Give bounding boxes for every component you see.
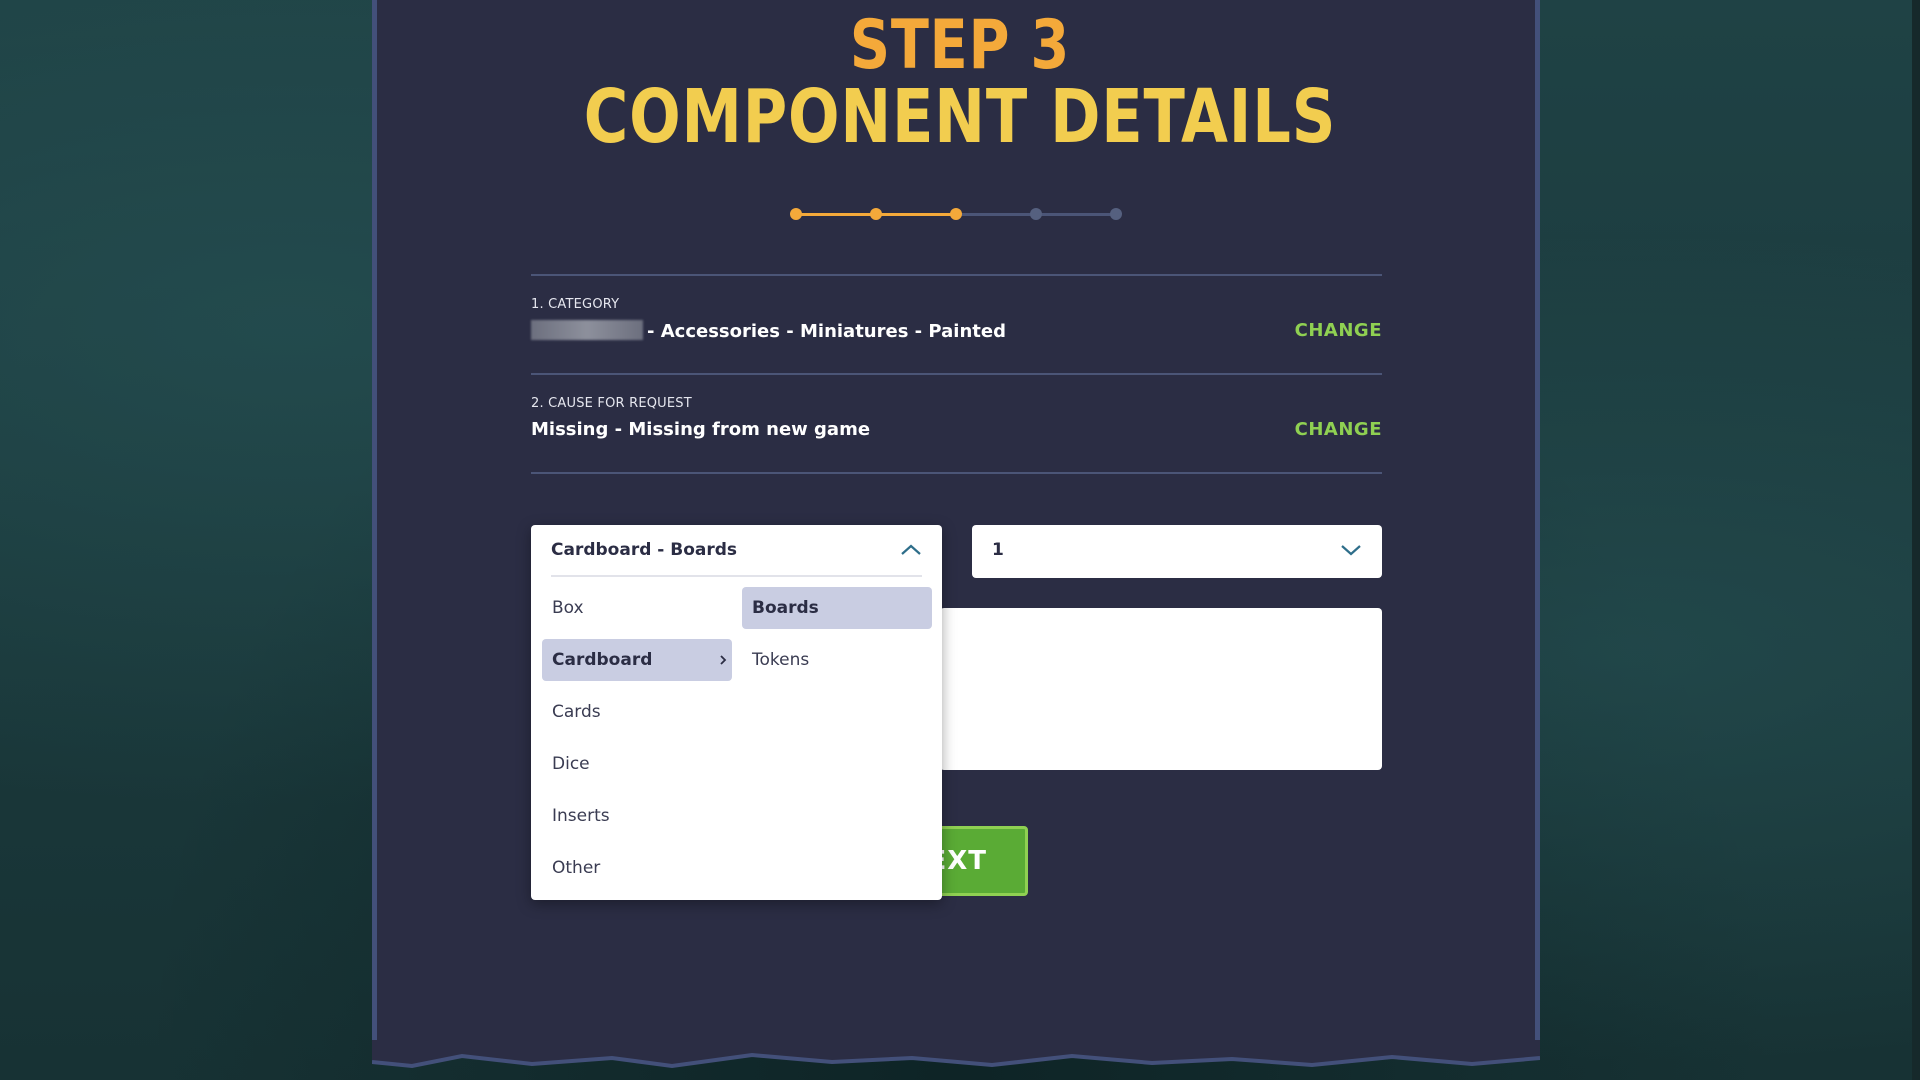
primary-options-list: Box Cardboard Cards Dice Inserts Other xyxy=(542,587,732,899)
menu-item-tokens[interactable]: Tokens xyxy=(742,639,932,681)
category-value: - Accessories - Miniatures - Painted xyxy=(531,320,1006,342)
description-textarea[interactable] xyxy=(940,608,1382,770)
progress-step-3 xyxy=(950,208,962,220)
redacted-text xyxy=(531,320,643,340)
category-label: 1. CATEGORY xyxy=(531,297,620,312)
page-scrollbar[interactable] xyxy=(1912,0,1920,1080)
menu-item-dice[interactable]: Dice xyxy=(542,743,732,785)
menu-item-cardboard[interactable]: Cardboard xyxy=(542,639,732,681)
category-value-text: - Accessories - Miniatures - Painted xyxy=(647,321,1006,342)
divider xyxy=(531,274,1382,276)
component-select-header[interactable]: Cardboard - Boards xyxy=(551,525,922,577)
change-category-button[interactable]: CHANGE xyxy=(1295,320,1382,341)
progress-step-2 xyxy=(870,208,882,220)
quantity-select[interactable]: 1 xyxy=(972,525,1382,578)
quantity-select-value: 1 xyxy=(992,540,1004,560)
cause-label: 2. CAUSE FOR REQUEST xyxy=(531,396,692,411)
menu-item-inserts[interactable]: Inserts xyxy=(542,795,732,837)
change-cause-button[interactable]: CHANGE xyxy=(1295,419,1382,440)
cause-value: Missing - Missing from new game xyxy=(531,419,871,440)
chevron-down-icon xyxy=(1341,545,1361,556)
panel-torn-edge xyxy=(372,1040,1540,1069)
component-select-dropdown[interactable]: Cardboard - Boards Box Cardboard Cards D… xyxy=(531,525,942,900)
menu-item-label: Cardboard xyxy=(552,650,653,670)
component-select-value: Cardboard - Boards xyxy=(551,540,738,560)
secondary-options-list: Boards Tokens xyxy=(742,587,932,691)
progress-step-5 xyxy=(1110,208,1122,220)
menu-item-boards[interactable]: Boards xyxy=(742,587,932,629)
chevron-right-icon xyxy=(720,655,727,665)
menu-item-box[interactable]: Box xyxy=(542,587,732,629)
menu-item-other[interactable]: Other xyxy=(542,847,732,889)
progress-indicator xyxy=(790,206,1122,222)
divider xyxy=(531,373,1382,375)
progress-step-4 xyxy=(1030,208,1042,220)
menu-item-cards[interactable]: Cards xyxy=(542,691,732,733)
progress-step-1 xyxy=(790,208,802,220)
chevron-up-icon[interactable] xyxy=(900,542,922,558)
page-title: COMPONENT DETAILS xyxy=(583,74,1337,160)
divider xyxy=(531,472,1382,474)
